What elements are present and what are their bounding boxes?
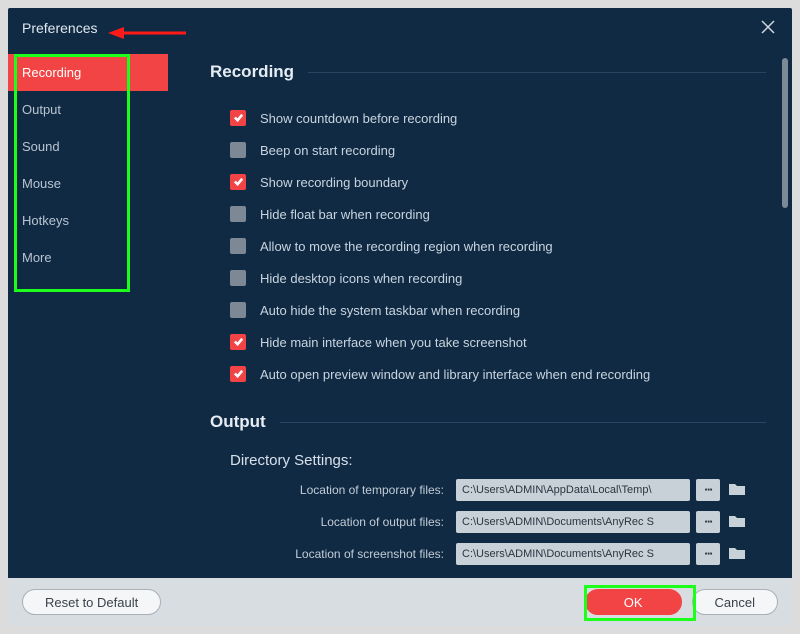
dir-input-screenshot[interactable] <box>456 543 690 565</box>
option-row: Beep on start recording <box>210 134 766 166</box>
sidebar-item-label: Mouse <box>22 176 61 191</box>
button-label: Cancel <box>715 595 755 610</box>
option-row: Auto open preview window and library int… <box>210 358 766 390</box>
scrollbar-thumb[interactable] <box>782 58 788 208</box>
option-row: Show recording boundary <box>210 166 766 198</box>
checkbox[interactable] <box>230 366 246 382</box>
folder-icon <box>728 482 746 499</box>
preferences-dialog: Preferences Recording Output Sound <box>8 8 792 626</box>
option-row: Hide float bar when recording <box>210 198 766 230</box>
folder-icon <box>728 546 746 563</box>
sidebar-item-sound[interactable]: Sound <box>8 128 168 165</box>
option-row: Allow to move the recording region when … <box>210 230 766 262</box>
sidebar-item-label: More <box>22 250 52 265</box>
sidebar-item-output[interactable]: Output <box>8 91 168 128</box>
sidebar-item-mouse[interactable]: Mouse <box>8 165 168 202</box>
sidebar-item-label: Output <box>22 102 61 117</box>
browse-button[interactable]: ∙∙∙ <box>696 543 720 565</box>
section-title-recording: Recording <box>210 62 766 82</box>
option-label: Hide float bar when recording <box>260 207 430 222</box>
content-pane: Recording Show countdown before recordin… <box>168 48 792 578</box>
browse-button[interactable]: ∙∙∙ <box>696 479 720 501</box>
dir-input-output[interactable] <box>456 511 690 533</box>
sidebar-item-more[interactable]: More <box>8 239 168 276</box>
option-label: Auto hide the system taskbar when record… <box>260 303 520 318</box>
option-label: Hide main interface when you take screen… <box>260 335 527 350</box>
sidebar: Recording Output Sound Mouse Hotkeys Mor… <box>8 48 168 578</box>
option-row: Auto hide the system taskbar when record… <box>210 294 766 326</box>
check-icon <box>233 111 244 126</box>
option-label: Hide desktop icons when recording <box>260 271 462 286</box>
dots-icon: ∙∙∙ <box>704 546 712 562</box>
dir-row-output: Location of output files: ∙∙∙ <box>210 507 766 537</box>
window-title: Preferences <box>22 20 97 36</box>
dir-label: Location of temporary files: <box>210 483 456 497</box>
titlebar: Preferences <box>8 8 792 48</box>
dots-icon: ∙∙∙ <box>704 514 712 530</box>
button-label: Reset to Default <box>45 595 138 610</box>
divider <box>280 422 766 423</box>
check-icon <box>233 367 244 382</box>
option-label: Show countdown before recording <box>260 111 457 126</box>
checkbox[interactable] <box>230 270 246 286</box>
checkbox[interactable] <box>230 174 246 190</box>
dir-row-screenshot: Location of screenshot files: ∙∙∙ <box>210 539 766 569</box>
option-label: Show recording boundary <box>260 175 408 190</box>
sidebar-item-label: Sound <box>22 139 60 154</box>
footer: Reset to Default OK Cancel <box>8 578 792 626</box>
open-folder-button[interactable] <box>726 479 748 501</box>
close-icon <box>760 19 776 38</box>
checkbox[interactable] <box>230 334 246 350</box>
option-row: Hide main interface when you take screen… <box>210 326 766 358</box>
option-label: Beep on start recording <box>260 143 395 158</box>
section-title-output: Output <box>210 412 766 432</box>
checkbox[interactable] <box>230 110 246 126</box>
dir-input-temporary[interactable] <box>456 479 690 501</box>
checkbox[interactable] <box>230 206 246 222</box>
cancel-button[interactable]: Cancel <box>692 589 778 615</box>
output-subheading: Directory Settings: <box>230 452 766 469</box>
main-area: Recording Output Sound Mouse Hotkeys Mor… <box>8 48 792 578</box>
folder-icon <box>728 514 746 531</box>
sidebar-item-hotkeys[interactable]: Hotkeys <box>8 202 168 239</box>
sidebar-item-recording[interactable]: Recording <box>8 54 168 91</box>
reset-button[interactable]: Reset to Default <box>22 589 161 615</box>
dir-label: Location of screenshot files: <box>210 547 456 561</box>
section-title-label: Output <box>210 412 266 432</box>
check-icon <box>233 335 244 350</box>
checkbox[interactable] <box>230 238 246 254</box>
checkbox[interactable] <box>230 302 246 318</box>
dir-label: Location of output files: <box>210 515 456 529</box>
dir-row-temporary: Location of temporary files: ∙∙∙ <box>210 475 766 505</box>
annotation-arrow <box>108 26 186 40</box>
divider <box>308 72 766 73</box>
open-folder-button[interactable] <box>726 543 748 565</box>
check-icon <box>233 175 244 190</box>
open-folder-button[interactable] <box>726 511 748 533</box>
close-button[interactable] <box>752 12 784 44</box>
option-row: Show countdown before recording <box>210 102 766 134</box>
option-row: Hide desktop icons when recording <box>210 262 766 294</box>
option-label: Allow to move the recording region when … <box>260 239 553 254</box>
browse-button[interactable]: ∙∙∙ <box>696 511 720 533</box>
option-label: Auto open preview window and library int… <box>260 367 650 382</box>
sidebar-item-label: Hotkeys <box>22 213 69 228</box>
section-title-label: Recording <box>210 62 294 82</box>
ok-button[interactable]: OK <box>585 589 682 615</box>
sidebar-item-label: Recording <box>22 65 81 80</box>
button-label: OK <box>624 595 643 610</box>
dots-icon: ∙∙∙ <box>704 482 712 498</box>
checkbox[interactable] <box>230 142 246 158</box>
